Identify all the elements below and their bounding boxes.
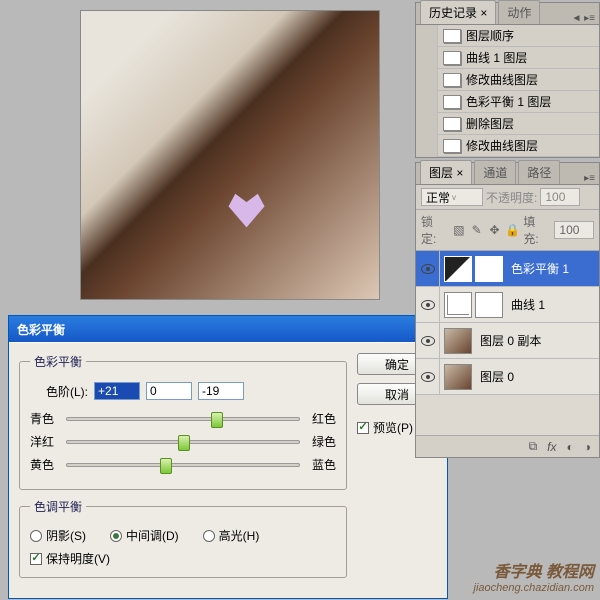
midtones-radio[interactable]: 中间调(D) [110, 527, 179, 544]
lock-move-icon[interactable]: ✥ [488, 223, 502, 237]
highlights-radio[interactable]: 高光(H) [203, 527, 260, 544]
lock-all-icon[interactable]: 🔒 [505, 223, 519, 237]
dialog-title: 色彩平衡 [17, 321, 424, 338]
watermark: 香字典 教程网 jiaocheng.chazidian.com [474, 558, 594, 594]
panel-menu-icon[interactable]: ◄ ▸≡ [567, 13, 599, 24]
eye-icon [421, 300, 435, 310]
slider-thumb[interactable] [211, 412, 223, 428]
eye-icon [421, 264, 435, 274]
history-step-icon [443, 29, 461, 43]
shadows-radio[interactable]: 阴影(S) [30, 527, 86, 544]
history-item[interactable]: 修改曲线图层 [416, 135, 599, 157]
visibility-toggle[interactable] [416, 251, 440, 287]
eye-icon [421, 336, 435, 346]
history-step-icon [443, 95, 461, 109]
opacity-input[interactable]: 100 [540, 188, 580, 206]
mask-thumb [475, 292, 503, 318]
tab-channels[interactable]: 通道 [474, 160, 516, 184]
layer-thumb [444, 328, 472, 354]
history-step-icon [443, 117, 461, 131]
layer-row[interactable]: 色彩平衡 1 [416, 251, 599, 287]
history-step-icon [443, 73, 461, 87]
document-canvas [80, 10, 380, 300]
dialog-titlebar[interactable]: 色彩平衡 × [9, 316, 447, 342]
blend-mode-select[interactable]: 正常v [421, 188, 483, 206]
layers-panel: 图层 × 通道 路径 ▸≡ 正常v 不透明度: 100 锁定: ▧ ✎ ✥ 🔒 … [415, 162, 600, 458]
adjustment-thumb [444, 256, 472, 282]
panel-menu-icon[interactable]: ▸≡ [580, 173, 599, 184]
level-yellow-blue-input[interactable] [198, 382, 244, 400]
opacity-label: 不透明度: [486, 189, 537, 206]
layer-row[interactable]: 曲线 1 [416, 287, 599, 323]
tab-layers[interactable]: 图层 × [420, 160, 472, 184]
preserve-luminosity-check[interactable]: ✓保持明度(V) [30, 550, 336, 567]
adjustment-icon[interactable]: ◑ [584, 440, 591, 454]
fill-label: 填充: [523, 213, 550, 247]
color-balance-group: 色彩平衡 色阶(L): 青色 红色 洋红 绿色 [19, 353, 347, 490]
layer-row[interactable]: 图层 0 副本 [416, 323, 599, 359]
visibility-toggle[interactable] [416, 359, 440, 395]
history-item[interactable]: 图层顺序 [416, 25, 599, 47]
mask-thumb [475, 256, 503, 282]
photo-content [81, 11, 379, 299]
level-magenta-green-input[interactable] [146, 382, 192, 400]
visibility-toggle[interactable] [416, 323, 440, 359]
lock-label: 锁定: [421, 213, 448, 247]
mask-icon[interactable]: ◐ [567, 440, 574, 454]
history-item[interactable]: 曲线 1 图层 [416, 47, 599, 69]
adjustment-thumb [444, 292, 472, 318]
history-item[interactable]: 修改曲线图层 [416, 69, 599, 91]
history-step-icon [443, 139, 461, 153]
link-icon[interactable]: ⧉ [529, 439, 538, 454]
group-legend: 色调平衡 [30, 498, 86, 515]
lock-transparency-icon[interactable]: ▧ [452, 223, 466, 237]
tab-history[interactable]: 历史记录 × [420, 0, 496, 24]
fill-input[interactable]: 100 [554, 221, 594, 239]
tab-actions[interactable]: 动作 [498, 0, 540, 24]
color-balance-dialog: 色彩平衡 × 色彩平衡 色阶(L): 青色 红色 洋红 [8, 315, 448, 599]
history-panel: 历史记录 × 动作 ◄ ▸≡ 图层顺序曲线 1 图层修改曲线图层色彩平衡 1 图… [415, 2, 600, 158]
history-item[interactable]: 色彩平衡 1 图层 [416, 91, 599, 113]
levels-label: 色阶(L): [46, 383, 88, 400]
fx-icon[interactable]: fx [547, 440, 556, 454]
history-item[interactable]: 删除图层 [416, 113, 599, 135]
slider-track[interactable] [66, 440, 300, 444]
slider-cyan-red: 青色 红色 [30, 410, 336, 427]
slider-track[interactable] [66, 417, 300, 421]
slider-yellow-blue: 黄色 蓝色 [30, 456, 336, 473]
layer-row[interactable]: 图层 0 [416, 359, 599, 395]
slider-thumb[interactable] [160, 458, 172, 474]
layer-thumb [444, 364, 472, 390]
tone-balance-group: 色调平衡 阴影(S) 中间调(D) 高光(H) ✓保持明度(V) [19, 498, 347, 578]
visibility-toggle[interactable] [416, 287, 440, 323]
slider-magenta-green: 洋红 绿色 [30, 433, 336, 450]
slider-thumb[interactable] [178, 435, 190, 451]
eye-icon [421, 372, 435, 382]
history-step-icon [443, 51, 461, 65]
level-cyan-red-input[interactable] [94, 382, 140, 400]
layers-footer: ⧉ fx ◐ ◑ [416, 435, 599, 457]
slider-track[interactable] [66, 463, 300, 467]
group-legend: 色彩平衡 [30, 353, 86, 370]
lock-paint-icon[interactable]: ✎ [470, 223, 484, 237]
tab-paths[interactable]: 路径 [518, 160, 560, 184]
